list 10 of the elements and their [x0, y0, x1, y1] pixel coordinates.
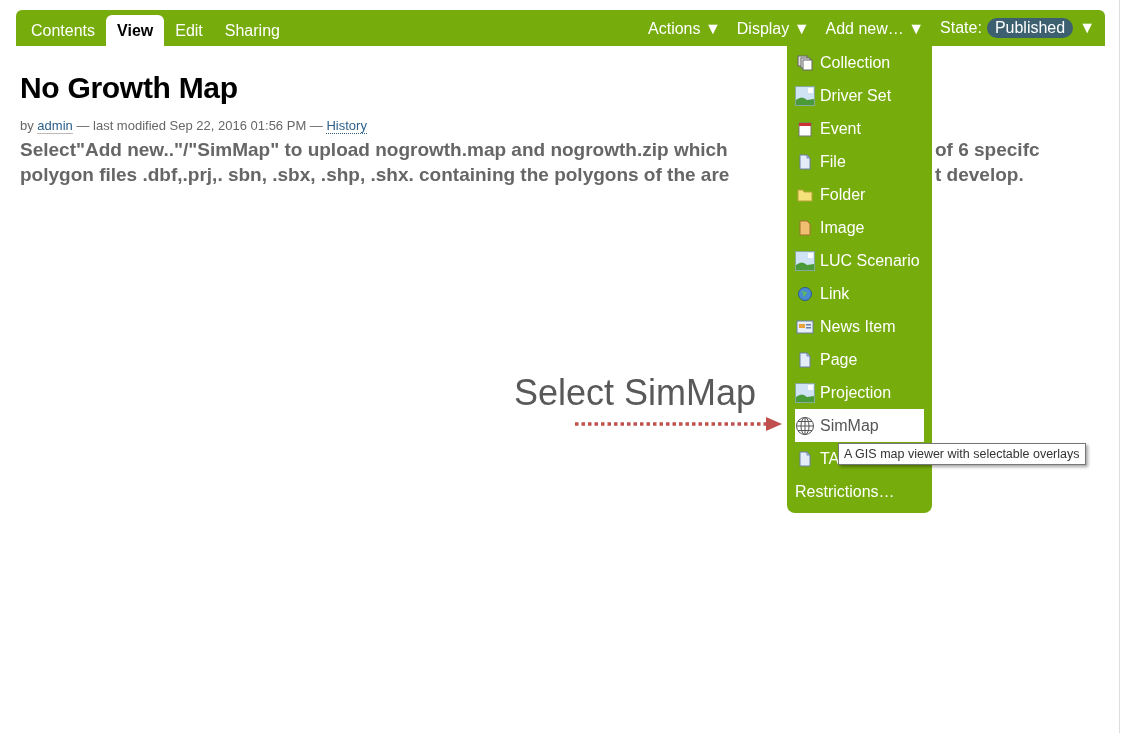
tooltip: A GIS map viewer with selectable overlays — [838, 443, 1086, 465]
description-text: of 6 specifc — [935, 138, 1041, 162]
page-title: No Growth Map — [20, 70, 238, 106]
description-text: polygon files .dbf,.prj,. sbn, .sbx, .shp, .shx. containing the polygons of the are — [20, 163, 731, 187]
modified-text: — last modified Sep 22, 2016 01:56 PM — — [76, 118, 323, 133]
state-label: State: — [940, 19, 982, 37]
byline-text: by — [20, 118, 34, 133]
description-text: t develop. — [935, 163, 1025, 187]
description-text: Select"Add new.."/"SimMap" to upload nogrowth.map and nogrowth.zip which — [20, 138, 729, 162]
annotation-label: Select SimMap — [514, 372, 757, 414]
